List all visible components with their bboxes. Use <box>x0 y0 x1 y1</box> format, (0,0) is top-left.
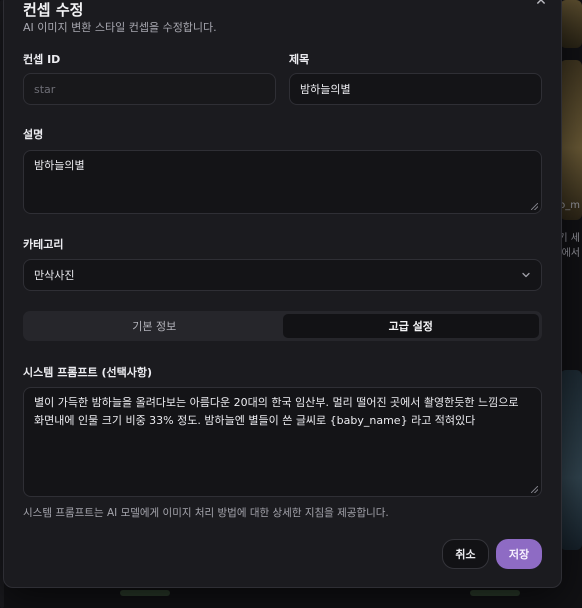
dialog-description: AI 이미지 변환 스타일 컨셉을 수정합니다. <box>23 21 217 34</box>
close-icon[interactable]: ✕ <box>533 0 549 9</box>
cancel-button[interactable]: 취소 <box>442 539 489 569</box>
concept-id-input[interactable]: star <box>23 73 276 105</box>
dialog-title: 컨셉 수정 <box>23 1 84 19</box>
tab-basic-info[interactable]: 기본 정보 <box>26 314 283 338</box>
description-label: 설명 <box>23 128 44 141</box>
background-button <box>120 590 170 596</box>
background-text: o_m <box>559 200 580 211</box>
background-thumbnail <box>560 60 582 220</box>
settings-tabs: 기본 정보 고급 설정 <box>23 311 542 341</box>
description-text: 밤하늘의별 <box>34 159 85 172</box>
title-input[interactable]: 밤하늘의별 <box>289 73 542 105</box>
category-select[interactable]: 만삭사진 <box>23 259 542 291</box>
concept-id-label: 컨셉 ID <box>23 53 61 66</box>
category-label: 카테고리 <box>23 238 64 251</box>
description-textarea[interactable]: 밤하늘의별 <box>23 150 542 214</box>
save-button[interactable]: 저장 <box>496 539 542 569</box>
background-thumbnail <box>560 370 582 550</box>
background-thumbnail <box>560 0 582 48</box>
tab-advanced-settings[interactable]: 고급 설정 <box>282 314 539 338</box>
system-prompt-help-text: 시스템 프롬프트는 AI 모델에게 이미지 처리 방법에 대한 상세한 지침을 … <box>23 507 389 519</box>
background-text: 에서 <box>561 248 580 259</box>
category-selected-value: 만삭사진 <box>34 269 75 282</box>
resize-handle-icon[interactable] <box>531 203 538 210</box>
system-prompt-textarea[interactable]: 별이 가득한 밤하늘을 올려다보는 아름다운 20대의 한국 임산부. 멀리 떨… <box>23 387 542 497</box>
chevron-down-icon <box>522 272 530 278</box>
resize-handle-icon[interactable] <box>531 486 538 493</box>
title-label: 제목 <box>289 53 310 66</box>
edit-concept-dialog: 컨셉 수정 ✕ AI 이미지 변환 스타일 컨셉을 수정합니다. 컨셉 ID s… <box>3 0 562 588</box>
system-prompt-text: 별이 가득한 밤하늘을 올려다보는 아름다운 20대의 한국 임산부. 멀리 떨… <box>34 396 519 427</box>
system-prompt-label: 시스템 프롬프트 (선택사항) <box>23 366 153 379</box>
background-button <box>470 590 520 596</box>
